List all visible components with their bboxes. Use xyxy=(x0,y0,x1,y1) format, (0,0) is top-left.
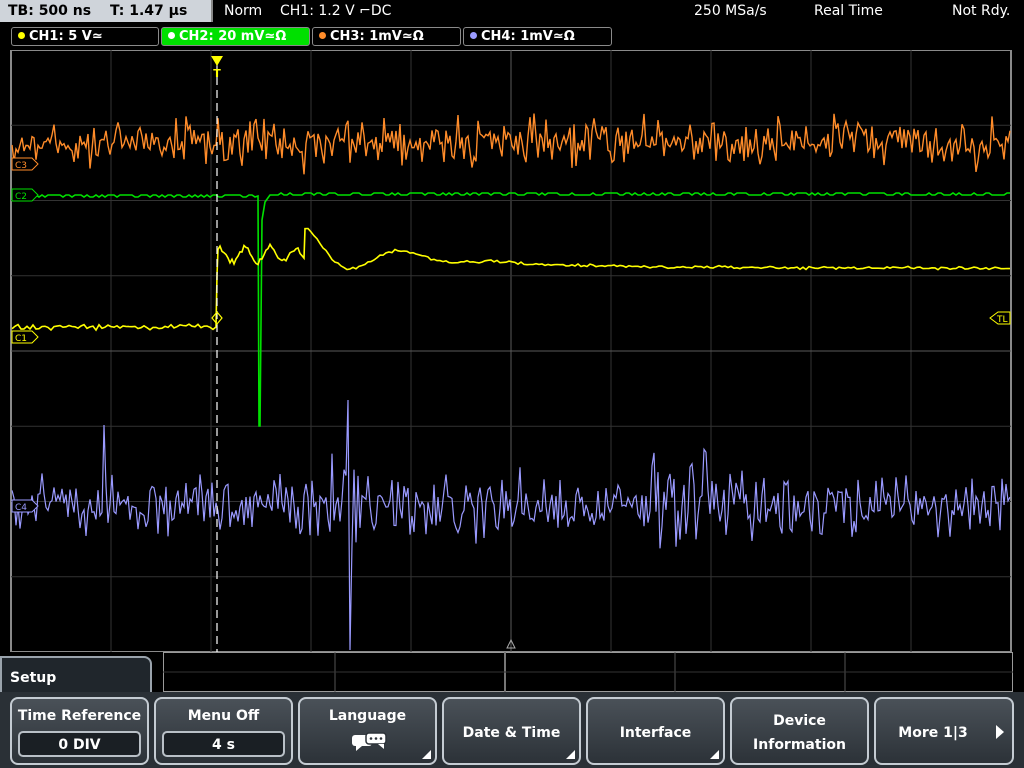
trigger-level-label: TL xyxy=(996,315,1008,325)
time-reference-label: Time Reference xyxy=(17,708,142,724)
ch3-marker-label: C3 xyxy=(15,161,27,171)
submenu-corner-icon xyxy=(422,750,431,759)
sample-rate: 250 MSa/s xyxy=(694,3,767,19)
channel-1-button[interactable]: CH1: 5 V≃ xyxy=(11,27,159,46)
device-information-button[interactable]: Device Information xyxy=(730,697,869,765)
time-reference-value: 0 DIV xyxy=(18,731,141,757)
menu-title-tab: Setup xyxy=(0,656,152,694)
waveform-display[interactable]: T C3 C2 C1 C4 TL xyxy=(0,50,1024,652)
time-reference-button[interactable]: Time Reference 0 DIV xyxy=(10,697,149,765)
trigger-position-marker[interactable]: T xyxy=(211,56,223,80)
device-information-label-2: Information xyxy=(753,737,846,753)
submenu-corner-icon xyxy=(566,750,575,759)
channel-3-button[interactable]: CH3: 1mV≃Ω xyxy=(312,27,461,46)
menu-off-button[interactable]: Menu Off 4 s xyxy=(154,697,293,765)
channel-4-dot-icon xyxy=(470,32,477,39)
ch4-marker-label: C4 xyxy=(15,503,27,513)
language-label: Language xyxy=(328,708,407,724)
more-button[interactable]: More 1|3 xyxy=(874,697,1014,765)
menu-off-label: Menu Off xyxy=(187,708,260,724)
channel-1-label: CH1: 5 V≃ xyxy=(29,29,103,44)
channel-2-dot-icon xyxy=(168,32,175,39)
overview-strip[interactable] xyxy=(163,652,1013,692)
date-time-label: Date & Time xyxy=(462,725,561,741)
status-bar: TB: 500 ns T: 1.47 µs Norm CH1: 1.2 V ⌐D… xyxy=(0,0,1024,24)
trigger-mode[interactable]: Norm xyxy=(224,0,262,22)
acquisition-mode: Real Time xyxy=(814,3,883,19)
trigger-marker-label: T xyxy=(213,67,221,80)
submenu-corner-icon xyxy=(710,750,719,759)
interface-button[interactable]: Interface xyxy=(586,697,725,765)
trigger-level-marker[interactable]: TL xyxy=(989,311,1011,325)
date-time-button[interactable]: Date & Time xyxy=(442,697,581,765)
channel-4-label: CH4: 1mV≃Ω xyxy=(481,29,575,44)
more-label: More 1|3 xyxy=(898,725,968,741)
channel-3-label: CH3: 1mV≃Ω xyxy=(330,29,424,44)
timebase-box[interactable]: TB: 500 ns T: 1.47 µs xyxy=(0,0,213,22)
language-button[interactable]: Language xyxy=(298,697,437,765)
menu-off-value: 4 s xyxy=(162,731,285,757)
channel-2-button[interactable]: CH2: 20 mV≃Ω xyxy=(161,27,310,46)
softkey-bar: Time Reference 0 DIV Menu Off 4 s Langua… xyxy=(0,692,1024,768)
ch2-marker-label: C2 xyxy=(15,192,27,202)
device-information-label-1: Device xyxy=(773,713,826,729)
channel-1-dot-icon xyxy=(18,32,25,39)
interface-label: Interface xyxy=(619,725,692,741)
channel-bar: CH1: 5 V≃ CH2: 20 mV≃Ω CH3: 1mV≃Ω CH4: 1… xyxy=(0,24,1024,48)
trigger-settings[interactable]: CH1: 1.2 V ⌐DC xyxy=(280,0,391,22)
menu-title: Setup xyxy=(10,670,57,686)
ready-status: Not Rdy. xyxy=(952,3,1011,19)
speech-bubbles-icon xyxy=(352,732,387,751)
ch1-marker-label: C1 xyxy=(15,334,27,344)
timebase-value: TB: 500 ns xyxy=(8,3,92,19)
next-page-arrow-icon xyxy=(996,725,1004,739)
channel-3-dot-icon xyxy=(319,32,326,39)
ch1-offset-marker[interactable]: C1 xyxy=(11,330,39,344)
ch3-offset-marker[interactable]: C3 xyxy=(11,157,39,171)
channel-4-button[interactable]: CH4: 1mV≃Ω xyxy=(463,27,612,46)
trigger-time-value: T: 1.47 µs xyxy=(109,3,188,19)
channel-2-label: CH2: 20 mV≃Ω xyxy=(179,29,287,44)
